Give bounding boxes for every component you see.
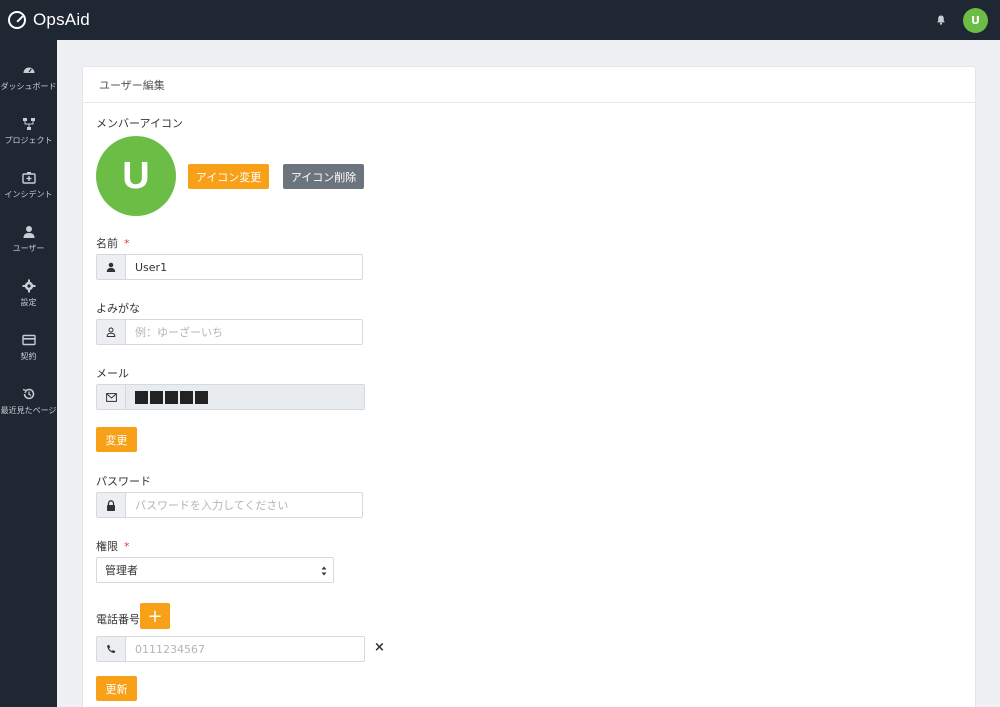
top-bar: OpsAid U — [0, 0, 1000, 40]
delete-icon-button[interactable]: アイコン削除 — [283, 164, 364, 189]
user-avatar[interactable]: U — [963, 7, 988, 33]
dashboard-icon — [23, 67, 34, 73]
required-mark: * — [124, 237, 130, 250]
sidebar-item-project[interactable]: プロジェクト — [0, 104, 57, 158]
sidebar: ダッシュボード プロジェクト インシデント ユーザー 設定 契約 最近見たページ — [0, 40, 57, 707]
envelope-icon — [97, 385, 126, 409]
gear-icon — [22, 279, 35, 292]
redaction-block — [150, 390, 163, 404]
role-selected-value: 管理者 — [105, 564, 138, 577]
sidebar-item-incident[interactable]: インシデント — [0, 158, 57, 212]
app-name: OpsAid — [33, 10, 90, 29]
project-icon — [22, 117, 35, 130]
sidebar-item-label: プロジェクト — [4, 135, 53, 145]
email-label: メール — [96, 367, 129, 380]
user-icon — [97, 255, 126, 279]
bell-icon[interactable] — [936, 15, 946, 25]
sidebar-item-recent[interactable]: 最近見たページ — [0, 374, 57, 428]
history-icon — [22, 388, 34, 399]
member-icon-label: メンバーアイコン — [96, 117, 184, 130]
sidebar-item-users[interactable]: ユーザー — [0, 212, 57, 266]
redaction-block — [135, 390, 148, 404]
remove-phone-icon[interactable]: × — [374, 640, 385, 655]
name-input[interactable]: User1 — [126, 255, 362, 279]
sidebar-item-label: インシデント — [4, 189, 53, 199]
name-label: 名前 * — [96, 235, 130, 251]
kana-label: よみがな — [96, 302, 140, 315]
card-icon — [21, 334, 36, 345]
sidebar-item-label: ユーザー — [12, 243, 45, 253]
role-label-text: 権限 — [96, 540, 118, 553]
password-field[interactable]: パスワードを入力してください — [96, 492, 363, 518]
role-label: 権限 * — [96, 538, 130, 554]
user-edit-card: ユーザー編集 メンバーアイコン U アイコン変更 アイコン削除 名前 * User… — [82, 66, 976, 707]
sidebar-item-dashboard[interactable]: ダッシュボード — [0, 50, 57, 104]
card-header: ユーザー編集 — [83, 67, 975, 103]
required-mark: * — [124, 540, 130, 553]
incident-icon — [21, 171, 36, 184]
phone-icon — [97, 637, 126, 661]
lock-icon — [97, 493, 126, 517]
redaction-block — [195, 390, 208, 404]
role-select[interactable]: 管理者 — [96, 557, 334, 583]
name-field[interactable]: User1 — [96, 254, 363, 280]
redaction-block — [180, 390, 193, 404]
add-phone-button[interactable]: + — [140, 603, 170, 629]
member-avatar: U — [96, 136, 176, 216]
phone-label: 電話番号 — [96, 613, 140, 626]
kana-field[interactable]: 例：ゆーざーいち — [96, 319, 363, 345]
update-button[interactable]: 更新 — [96, 676, 137, 701]
logo-icon — [8, 11, 26, 29]
user-outline-icon — [97, 320, 126, 344]
name-label-text: 名前 — [96, 237, 118, 250]
change-email-button[interactable]: 変更 — [96, 427, 137, 452]
user-icon — [23, 225, 34, 238]
email-input-redacted — [126, 385, 364, 409]
phone-field[interactable]: 0111234567 — [96, 636, 365, 662]
sidebar-item-label: 最近見たページ — [0, 405, 57, 415]
main-content: ユーザー編集 メンバーアイコン U アイコン変更 アイコン削除 名前 * User… — [57, 40, 1000, 707]
redaction-block — [165, 390, 178, 404]
app-logo[interactable]: OpsAid — [8, 10, 90, 30]
kana-input[interactable]: 例：ゆーざーいち — [126, 320, 362, 344]
select-arrows-icon — [321, 566, 327, 576]
email-field — [96, 384, 365, 410]
password-input[interactable]: パスワードを入力してください — [126, 493, 362, 517]
sidebar-item-label: 契約 — [20, 351, 37, 361]
sidebar-item-label: 設定 — [20, 297, 37, 307]
sidebar-item-settings[interactable]: 設定 — [0, 266, 57, 320]
password-label: パスワード — [96, 475, 151, 488]
page-title: ユーザー編集 — [99, 78, 165, 92]
sidebar-item-label: ダッシュボード — [0, 81, 57, 91]
phone-input[interactable]: 0111234567 — [126, 637, 364, 661]
change-icon-button[interactable]: アイコン変更 — [188, 164, 269, 189]
sidebar-item-contract[interactable]: 契約 — [0, 320, 57, 374]
